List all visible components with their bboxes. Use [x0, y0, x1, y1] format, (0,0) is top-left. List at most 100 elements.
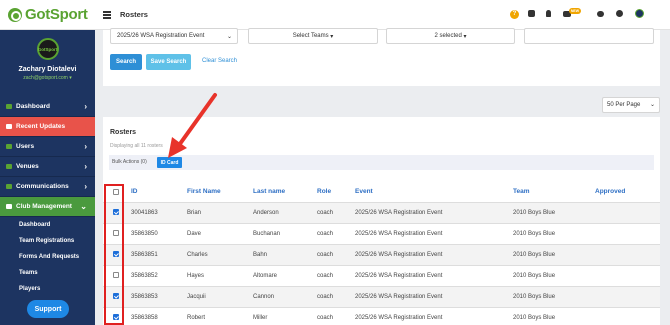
sidebar-item-label: Recent Updates — [16, 123, 66, 130]
account-avatar[interactable] — [635, 9, 644, 18]
cell-event: 2025/26 WSA Registration Event — [355, 286, 513, 308]
sidebar-subitem-players[interactable]: Players — [0, 281, 95, 297]
menu-icon[interactable] — [103, 11, 111, 20]
cell-approved — [595, 265, 660, 287]
chat-icon[interactable] — [597, 11, 604, 17]
club-icon — [6, 204, 12, 209]
cell-id: 35863853 — [131, 286, 187, 308]
sidebar: GotSport GotSport Zachary Diotalevi zach… — [0, 0, 95, 325]
cell-team: 2010 Boys Blue — [513, 265, 595, 287]
sidebar-item-venues[interactable]: Venues › — [0, 157, 95, 177]
cell-approved — [595, 223, 660, 245]
rosters-table: ID First Name Last name Role Event Team … — [103, 182, 660, 325]
column-header-role[interactable]: Role — [317, 182, 355, 203]
cell-team: 2010 Boys Blue — [513, 223, 595, 245]
gotsport-logo-icon — [8, 7, 22, 22]
sidebar-item-recent-updates[interactable]: Recent Updates — [0, 117, 95, 137]
avatar[interactable]: GotSport — [36, 38, 59, 60]
page-title: Rosters — [120, 10, 148, 19]
new-badge: NEW — [569, 8, 581, 14]
column-header-id[interactable]: ID — [131, 182, 187, 203]
per-page-select[interactable]: 50 Per Page ⌄ — [602, 97, 660, 113]
sidebar-subitem-teams[interactable]: Teams — [0, 265, 95, 281]
cell-last-name: Cannon — [253, 286, 317, 308]
cell-first-name: Brian — [187, 202, 253, 224]
user-icon[interactable] — [546, 10, 551, 17]
sidebar-item-label: Dashboard — [16, 103, 50, 110]
cell-role: coach — [317, 307, 355, 325]
support-button[interactable]: Support — [27, 300, 69, 318]
cell-id: 35863850 — [131, 223, 187, 245]
cell-event: 2025/26 WSA Registration Event — [355, 265, 513, 287]
user-email[interactable]: zach@gotsport.com ▾ — [0, 75, 95, 81]
search-button[interactable]: Search — [110, 54, 142, 70]
annotation-arrow-icon — [168, 93, 217, 158]
cell-last-name: Altomare — [253, 265, 317, 287]
teams-select[interactable]: Select Teams ▾ — [248, 28, 378, 44]
table-row: 35863850 Dave Buchanan coach 2025/26 WSA Reg… — [103, 223, 660, 245]
cell-first-name: Robert — [187, 307, 253, 325]
table-header-row: ID First Name Last name Role Event Team … — [103, 182, 660, 203]
column-header-team[interactable]: Team — [513, 182, 595, 203]
sidebar-item-users[interactable]: Users › — [0, 137, 95, 157]
column-header-first-name[interactable]: First Name — [187, 182, 253, 203]
cell-approved — [595, 286, 660, 308]
user-name: Zachary Diotalevi — [18, 66, 77, 73]
selected-filter-value: 2 selected — [434, 33, 462, 39]
event-select[interactable]: 2025/26 WSA Registration Event ⌄ — [110, 28, 238, 44]
teams-select-value: Select Teams — [292, 33, 329, 39]
cell-role: coach — [317, 265, 355, 287]
sidebar-subitem-forms-requests[interactable]: Forms And Requests — [0, 249, 95, 265]
event-select-value: 2025/26 WSA Registration Event — [117, 33, 205, 39]
filter-panel: 2025/26 WSA Registration Event ⌄ Select … — [103, 28, 660, 86]
sidebar-item-label: Users — [16, 143, 35, 150]
cell-team: 2010 Boys Blue — [513, 307, 595, 325]
extra-filter[interactable] — [524, 28, 654, 44]
cell-approved — [595, 244, 660, 266]
sidebar-item-dashboard[interactable]: Dashboard › — [0, 97, 95, 117]
bulk-actions-button[interactable]: Bulk Actions (0) — [112, 159, 147, 165]
chevron-right-icon: › — [84, 142, 87, 151]
table-row: 35863852 Hayes Altomare coach 2025/26 WSA Re… — [103, 265, 660, 287]
user-profile: GotSport Zachary Diotalevi zach@gotsport… — [0, 38, 95, 81]
logo[interactable]: GotSport — [0, 0, 95, 30]
updates-icon — [6, 124, 12, 129]
cell-event: 2025/26 WSA Registration Event — [355, 223, 513, 245]
chevron-right-icon: › — [84, 162, 87, 171]
cell-id: 35863851 — [131, 244, 187, 266]
column-header-approved[interactable]: Approved — [595, 182, 660, 203]
sidebar-item-label: Communications — [16, 183, 69, 190]
venues-icon — [6, 164, 12, 169]
avatar-logo-text: GotSport — [37, 46, 58, 52]
annotation-highlight-box — [104, 184, 124, 325]
table-row: 35863853 Jacquii Cannon coach 2025/26 WSA Re… — [103, 286, 660, 308]
clear-search-link[interactable]: Clear Search — [202, 58, 237, 64]
cell-first-name: Charles — [187, 244, 253, 266]
column-header-event[interactable]: Event — [355, 182, 513, 203]
sidebar-subitem-dashboard[interactable]: Dashboard — [0, 217, 95, 233]
selected-filter[interactable]: 2 selected ▾ — [386, 28, 515, 44]
grid-icon[interactable] — [528, 10, 535, 17]
gear-icon[interactable] — [616, 10, 623, 17]
table-row: 30041863 Brian Anderson coach 2025/26 WSA Re… — [103, 202, 660, 224]
sidebar-item-club-management[interactable]: Club Management ⌄ — [0, 197, 95, 217]
cell-event: 2025/26 WSA Registration Event — [355, 244, 513, 266]
cell-last-name: Miller — [253, 307, 317, 325]
rosters-count: Displaying all 11 rosters — [110, 143, 163, 149]
chevron-down-icon: ⌄ — [226, 33, 232, 40]
cell-role: coach — [317, 286, 355, 308]
save-search-button[interactable]: Save Search — [146, 54, 191, 70]
top-bar: Rosters ? NEW — [95, 0, 670, 30]
cell-id: 30041863 — [131, 202, 187, 224]
sidebar-nav: Dashboard › Recent Updates Users › Venues ›… — [0, 97, 95, 297]
sidebar-item-communications[interactable]: Communications › — [0, 177, 95, 197]
caret-down-icon: ▾ — [328, 33, 334, 40]
cell-approved — [595, 202, 660, 224]
help-icon[interactable]: ? — [510, 10, 519, 19]
cell-last-name: Anderson — [253, 202, 317, 224]
cell-first-name: Dave — [187, 223, 253, 245]
cell-last-name: Buchanan — [253, 223, 317, 245]
chevron-down-icon: ⌄ — [80, 202, 87, 211]
sidebar-subitem-team-registrations[interactable]: Team Registrations — [0, 233, 95, 249]
column-header-last-name[interactable]: Last name — [253, 182, 317, 203]
